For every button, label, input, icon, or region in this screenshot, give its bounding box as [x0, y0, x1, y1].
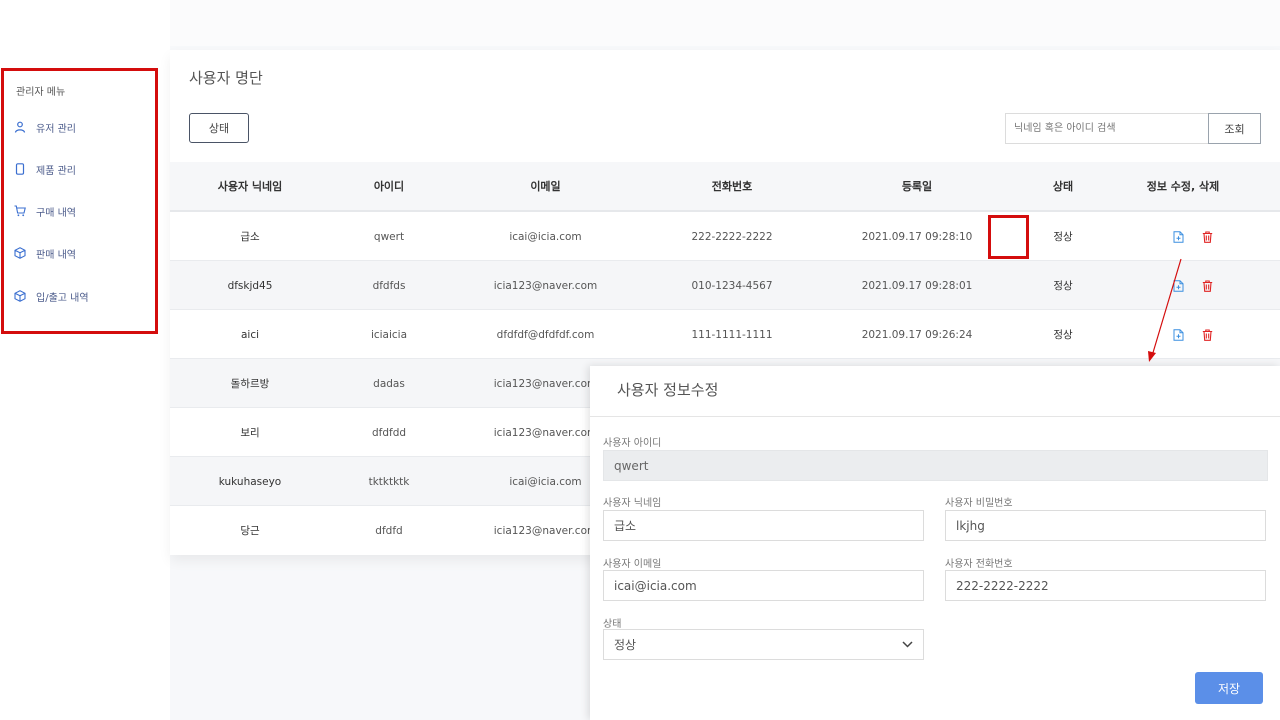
- sidebar-item-label: 구매 내역: [36, 207, 76, 219]
- sidebar-item-product-management[interactable]: 제품 관리: [14, 159, 76, 179]
- user-icon: [14, 121, 26, 133]
- status-filter-button[interactable]: 상태: [189, 113, 249, 143]
- page-title: 사용자 명단: [189, 69, 263, 87]
- sidebar-item-label: 유저 관리: [36, 123, 76, 135]
- cell-nickname: 당근: [240, 525, 260, 537]
- sidebar-item-label: 제품 관리: [36, 165, 76, 177]
- column-header-actions: 정보 수정, 삭제: [1146, 180, 1220, 193]
- column-header-nickname: 사용자 닉네임: [217, 180, 283, 193]
- column-header-email: 이메일: [530, 180, 561, 193]
- search-input[interactable]: [1005, 113, 1209, 144]
- cell-nickname: 돌하르방: [230, 378, 270, 390]
- trash-icon[interactable]: [1202, 279, 1213, 292]
- email-field[interactable]: icai@icia.com: [603, 570, 924, 601]
- box-icon: [14, 247, 26, 259]
- cell-phone: 010-1234-4567: [691, 279, 773, 292]
- status-select-value: 정상: [614, 638, 637, 652]
- cell-nickname: 급소: [240, 231, 260, 243]
- status-select[interactable]: 정상: [603, 629, 924, 660]
- save-button[interactable]: 저장: [1195, 672, 1263, 704]
- search-button[interactable]: 조회: [1208, 113, 1261, 144]
- edit-document-icon[interactable]: [1173, 279, 1184, 292]
- cell-nickname: aici: [240, 328, 260, 341]
- modal-divider: [590, 416, 1280, 417]
- cell-id: tktktktk: [368, 475, 410, 488]
- cell-nickname: 보리: [240, 427, 260, 439]
- trash-icon[interactable]: [1202, 328, 1213, 341]
- box-icon: [14, 290, 26, 302]
- admin-menu-title: 관리자 메뉴: [16, 87, 66, 98]
- password-label: 사용자 비밀번호: [945, 498, 1013, 509]
- cell-date: 2021.09.17 09:28:01: [861, 279, 973, 292]
- user-id-label: 사용자 아이디: [603, 438, 662, 449]
- row-actions: [1173, 261, 1213, 310]
- table-row[interactable]: 급소 qwert icai@icia.com 222-2222-2222 202…: [170, 212, 1280, 261]
- cell-id: dfdfd: [375, 524, 403, 537]
- column-header-date: 등록일: [901, 180, 933, 193]
- table-header: 사용자 닉네임 아이디 이메일 전화번호 등록일 상태 정보 수정, 삭제: [170, 162, 1280, 212]
- phone-label: 사용자 전화번호: [945, 559, 1013, 570]
- edit-document-icon[interactable]: [1173, 328, 1184, 341]
- nickname-label: 사용자 닉네임: [603, 498, 662, 509]
- email-label: 사용자 이메일: [603, 559, 662, 570]
- cell-nickname: dfskjd45: [227, 279, 273, 292]
- cell-nickname: kukuhaseyo: [218, 475, 282, 488]
- cell-phone: 111-1111-1111: [691, 328, 773, 341]
- cell-status: 정상: [1053, 329, 1073, 341]
- nickname-field[interactable]: 급소: [603, 510, 924, 541]
- cell-email: icai@icia.com: [509, 230, 582, 243]
- sidebar-item-user-management[interactable]: 유저 관리: [14, 117, 76, 137]
- cell-id: qwert: [373, 230, 405, 243]
- status-label: 상태: [603, 619, 622, 630]
- sidebar-item-stock-history[interactable]: 입/출고 내역: [14, 286, 89, 306]
- row-actions: [1173, 212, 1213, 261]
- cell-id: dadas: [373, 377, 405, 390]
- modal-title: 사용자 정보수정: [617, 381, 719, 399]
- sidebar: 관리자 메뉴 유저 관리 제품 관리 구매 내역 판매 내역 입/출고 내역: [0, 0, 170, 720]
- row-actions: [1173, 310, 1213, 359]
- sidebar-item-label: 입/출고 내역: [36, 292, 89, 304]
- edit-icon-highlight: [988, 215, 1029, 259]
- table-row[interactable]: dfskjd45 dfdfds icia123@naver.com 010-12…: [170, 261, 1280, 310]
- cart-icon: [14, 205, 26, 217]
- admin-page: 관리자 메뉴 유저 관리 제품 관리 구매 내역 판매 내역 입/출고 내역 사…: [0, 0, 1280, 720]
- cell-id: iciaicia: [370, 328, 408, 341]
- top-bar: [170, 0, 1280, 46]
- column-header-phone: 전화번호: [711, 180, 753, 193]
- trash-icon[interactable]: [1202, 230, 1213, 243]
- cell-date: 2021.09.17 09:28:10: [861, 230, 973, 243]
- admin-menu-highlight: 관리자 메뉴 유저 관리 제품 관리 구매 내역 판매 내역 입/출고 내역: [1, 68, 158, 334]
- sidebar-item-purchase-history[interactable]: 구매 내역: [14, 201, 76, 221]
- edit-document-icon[interactable]: [1173, 230, 1184, 243]
- cell-date: 2021.09.17 09:26:24: [861, 328, 973, 341]
- user-id-field: qwert: [603, 450, 1268, 481]
- cell-id: dfdfds: [372, 279, 406, 292]
- cell-phone: 222-2222-2222: [691, 230, 773, 243]
- user-edit-modal: 사용자 정보수정 사용자 아이디 qwert 사용자 닉네임 급소 사용자 비밀…: [590, 366, 1280, 720]
- sidebar-item-sales-history[interactable]: 판매 내역: [14, 243, 76, 263]
- password-field[interactable]: lkjhg: [945, 510, 1266, 541]
- cell-email: dfdfdf@dfdfdf.com: [496, 328, 595, 341]
- cell-email: icia123@naver.com: [493, 279, 598, 292]
- cell-id: dfdfdd: [371, 426, 407, 439]
- cell-status: 정상: [1053, 280, 1073, 292]
- mobile-icon: [15, 163, 25, 175]
- phone-field[interactable]: 222-2222-2222: [945, 570, 1266, 601]
- column-header-status: 상태: [1052, 180, 1074, 193]
- sidebar-item-label: 판매 내역: [36, 249, 76, 261]
- table-row[interactable]: aici iciaicia dfdfdf@dfdfdf.com 111-1111…: [170, 310, 1280, 359]
- chevron-down-icon: [902, 641, 913, 648]
- column-header-id: 아이디: [373, 180, 405, 193]
